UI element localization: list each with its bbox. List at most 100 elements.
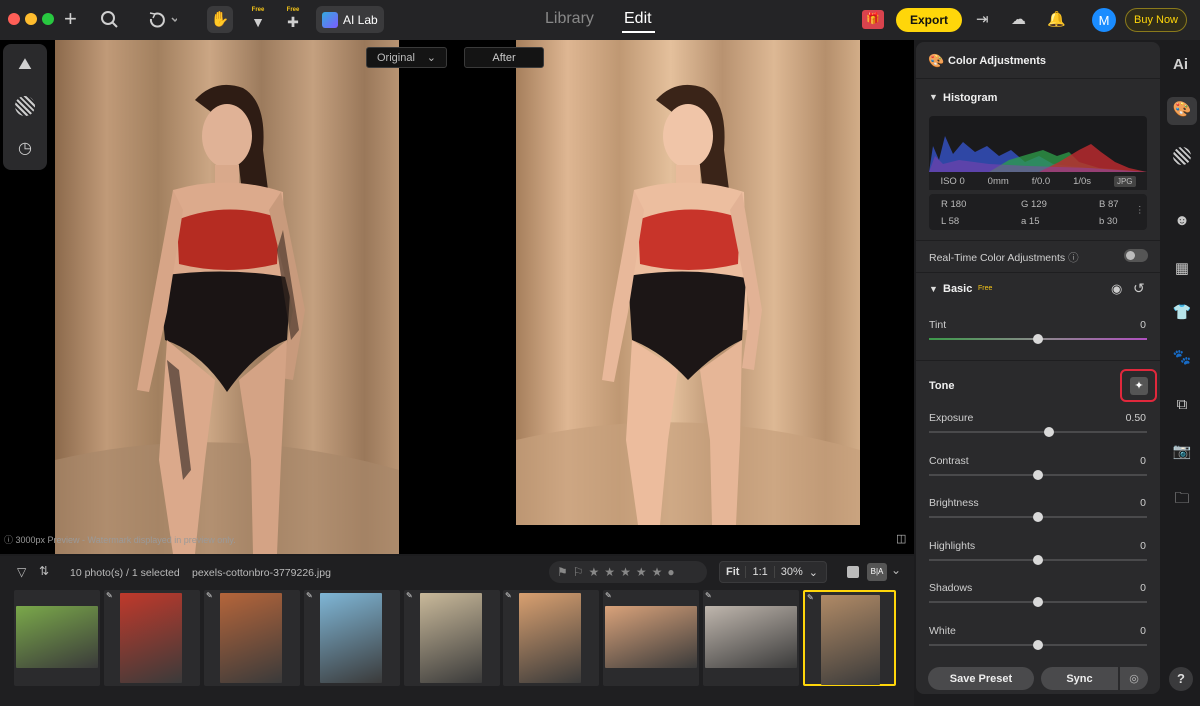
folder-view-icon[interactable]: 🗀 [1171,488,1193,510]
zoom-percent-select[interactable]: 30% [775,566,809,578]
hand-tool-icon[interactable]: ✋ [207,6,233,33]
star-5-icon[interactable]: ★ [652,565,663,579]
exposure-value[interactable]: 0.50 [1100,412,1146,424]
tshirt-icon[interactable]: 👕 [1171,303,1193,325]
single-view-icon[interactable] [847,566,859,578]
basic-collapse-icon[interactable]: ▼ [929,284,938,294]
more-options-icon[interactable]: ⋮ [1135,205,1145,216]
chevron-down-icon[interactable]: ⌄ [809,566,818,579]
save-preset-button[interactable]: Save Preset [928,667,1034,690]
sync-button[interactable]: Sync [1041,667,1118,690]
view-mode-select[interactable]: Original ⌄ [366,47,447,68]
color-palette-icon[interactable]: 🎨 [1171,100,1193,122]
auto-tone-highlight[interactable]: ✦ [1120,369,1157,402]
thumbnail-red-building-harbor[interactable]: ✎ [104,590,200,686]
reset-icon[interactable]: ↺ [1133,280,1145,297]
avatar[interactable]: M [1092,8,1116,32]
face-retouch-icon[interactable]: ☻ [1171,212,1193,234]
thumbnail-crowded-beach[interactable]: ✎ [404,590,500,686]
search-icon[interactable] [100,10,119,32]
window-close-button[interactable] [8,13,20,25]
erase-tool-button[interactable]: Free ▼ [248,7,268,33]
star-1-icon[interactable]: ★ [589,565,600,579]
texture-tool-icon[interactable] [1173,147,1191,165]
paw-icon[interactable]: 🐾 [1171,348,1193,370]
white-value[interactable]: 0 [1100,625,1146,637]
before-after-view-button[interactable]: B|A [867,563,887,581]
after-image [516,40,860,525]
contrast-slider-knob[interactable] [1033,470,1043,480]
window-zoom-button[interactable] [42,13,54,25]
gift-icon[interactable]: 🎁 [862,10,884,29]
thumbnail-city-tower[interactable]: ✎ [304,590,400,686]
star-3-icon[interactable]: ★ [620,565,631,579]
cloud-icon[interactable]: ☁ [1011,11,1026,29]
tint-value[interactable]: 0 [1100,319,1146,331]
histogram-title[interactable]: Histogram [943,92,997,104]
exposure-slider-knob[interactable] [1043,427,1054,437]
shadows-label: Shadows [929,582,973,594]
exposure-slider-track[interactable] [929,431,1147,433]
basic-title[interactable]: Basic [943,283,972,295]
zoom-fit-button[interactable]: Fit [720,566,747,578]
ai-tools-icon[interactable]: Ai [1173,56,1188,73]
ai-lab-button[interactable]: AI Lab [316,6,384,33]
help-button[interactable]: ? [1169,667,1193,691]
realtime-label: Real-Time Color Adjustments ⓘ [929,250,1079,265]
star-4-icon[interactable]: ★ [636,565,647,579]
histogram-collapse-icon[interactable]: ▼ [929,92,938,102]
thumbnail-narrow-alley[interactable]: ✎ [204,590,300,686]
add-icon[interactable]: + [64,8,77,30]
thumbnail-hot-air-balloons[interactable]: ✎ [603,590,699,686]
brightness-slider-knob[interactable] [1033,512,1043,522]
undo-icon[interactable] [147,10,179,32]
magic-wand-icon[interactable]: ✦ [1130,377,1148,395]
filter-icon[interactable]: ▽ [17,565,26,579]
compare-icon[interactable]: ◫ [896,532,906,545]
flag-icon[interactable]: ⚑ [557,565,568,579]
thumbnail-woman-studio[interactable]: ✎ [803,590,896,686]
realtime-toggle[interactable] [1124,249,1148,262]
camera-icon[interactable]: 📷 [1171,442,1193,464]
buy-now-button[interactable]: Buy Now [1125,8,1187,32]
highlights-slider-knob[interactable] [1033,555,1043,565]
shadows-slider-knob[interactable] [1033,597,1043,607]
sort-icon[interactable]: ⇅ [39,564,49,578]
sync-settings-icon[interactable]: ◎ [1120,667,1148,690]
help-icon[interactable]: ⓘ [1068,252,1079,264]
divider [916,78,1160,79]
bandage-tool-button[interactable]: Free ✚ [282,7,304,33]
after-label-button[interactable]: After [464,47,544,68]
texture-icon[interactable] [15,96,35,116]
zoom-controls: Fit 1:1 30% ⌄ [719,561,827,583]
white-slider-knob[interactable] [1033,640,1043,650]
window-minimize-button[interactable] [25,13,37,25]
export-button[interactable]: Export [896,8,962,32]
bandage-icon: ✚ [287,14,299,30]
history-clock-icon[interactable]: ◷ [15,138,35,158]
thumbnail-sunset-sea-person[interactable]: ✎ [503,590,599,686]
zoom-1to1-button[interactable]: 1:1 [746,566,775,578]
lab-b-value: b 30 [1099,216,1118,227]
star-2-icon[interactable]: ★ [604,565,615,579]
crop-icon[interactable]: ⧉ [1171,396,1193,418]
red-value: R 180 [941,199,967,210]
tab-edit[interactable]: Edit [624,10,652,28]
shadows-value[interactable]: 0 [1100,582,1146,594]
realtime-label-text: Real-Time Color Adjustments [929,252,1066,264]
tab-library[interactable]: Library [545,10,594,28]
share-icon[interactable]: ⇥ [976,11,989,29]
tint-slider-knob[interactable] [1033,334,1043,344]
grid-pattern-icon[interactable]: ▦ [1171,259,1193,281]
color-label-icon[interactable]: ● [667,565,674,579]
highlights-value[interactable]: 0 [1100,540,1146,552]
landscape-icon[interactable]: ⛰ [15,56,35,76]
contrast-value[interactable]: 0 [1100,455,1146,467]
reject-flag-icon[interactable]: ⚐ [573,565,584,579]
thumbnail-family-portrait[interactable]: ✎ [703,590,799,686]
chevron-down-icon[interactable]: ⌄ [891,563,901,577]
brightness-value[interactable]: 0 [1100,497,1146,509]
thumbnail-puppies[interactable] [14,590,100,686]
bell-icon[interactable]: 🔔 [1047,11,1066,29]
eye-icon[interactable]: ◉ [1111,281,1122,297]
